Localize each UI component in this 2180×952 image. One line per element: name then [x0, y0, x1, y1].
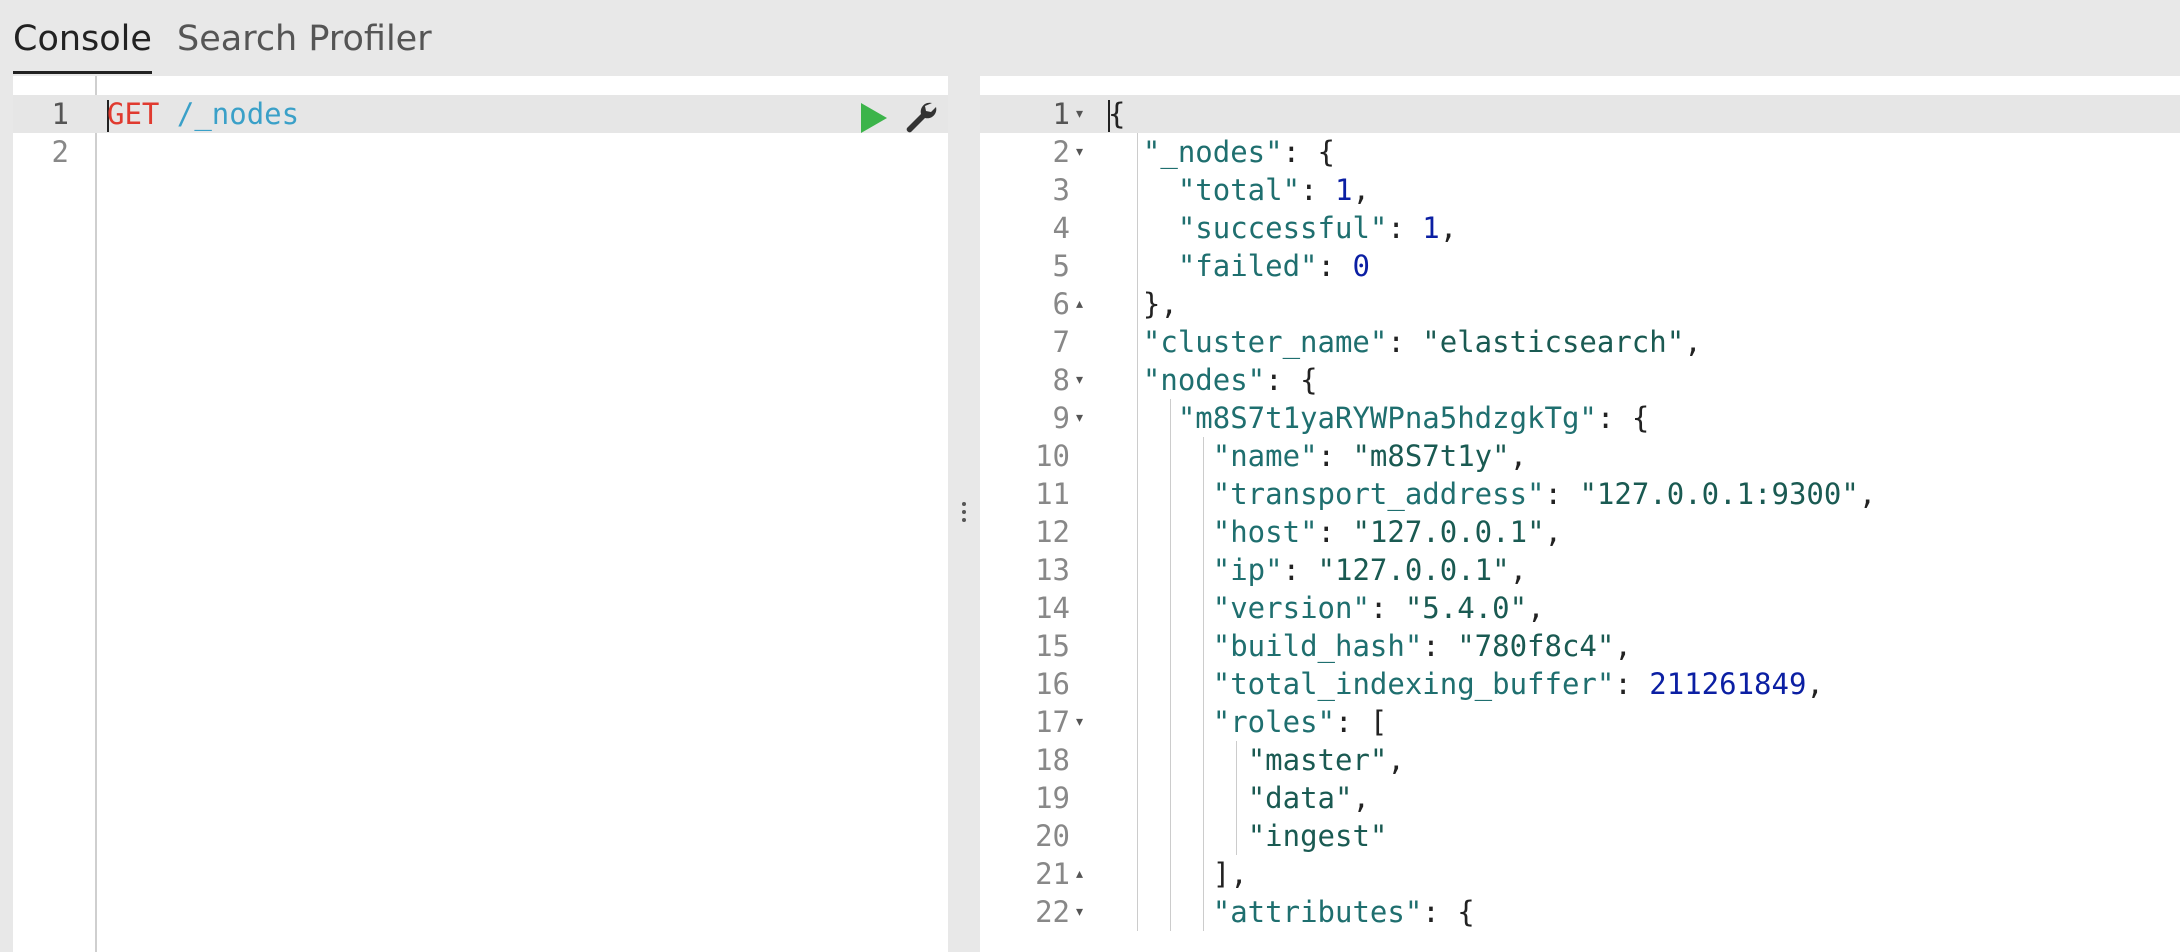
fold-open-icon[interactable]: ▾: [1076, 703, 1083, 741]
response-code: "total": 1,: [1177, 173, 1370, 207]
response-line: 22 ▾ "attributes": {: [980, 893, 2180, 931]
fold-close-icon[interactable]: ▴: [1076, 285, 1083, 323]
response-line: 18 "master",: [980, 741, 2180, 779]
wrench-icon: [906, 102, 937, 133]
fold-open-icon[interactable]: ▾: [1076, 893, 1083, 931]
response-code: "successful": 1,: [1177, 211, 1458, 245]
response-code: },: [1142, 287, 1178, 321]
indent-guide: [1170, 399, 1171, 931]
pane-divider: [948, 76, 980, 952]
line-number: 13: [1035, 553, 1070, 587]
indent-guide: [1236, 741, 1237, 855]
response-line: 5 "failed": 0: [980, 247, 2180, 285]
line-number: 20: [1035, 819, 1070, 853]
response-code: "attributes": {: [1212, 895, 1475, 929]
response-line: 19 "data",: [980, 779, 2180, 817]
response-line: 4 "successful": 1,: [980, 209, 2180, 247]
line-number: 1: [51, 97, 69, 131]
indent-guide: [1203, 437, 1204, 931]
response-line: 13 "ip": "127.0.0.1",: [980, 551, 2180, 589]
response-line: 17 ▾ "roles": [: [980, 703, 2180, 741]
response-line: 14 "version": "5.4.0",: [980, 589, 2180, 627]
line-number: 8: [1052, 363, 1070, 397]
line-number: 1: [1052, 97, 1070, 131]
response-code: "total_indexing_buffer": 211261849,: [1212, 667, 1824, 701]
response-line: 20 "ingest": [980, 817, 2180, 855]
response-code: "host": "127.0.0.1",: [1212, 515, 1562, 549]
line-number: 16: [1035, 667, 1070, 701]
response-code: "data",: [1247, 781, 1370, 815]
response-line: 10 "name": "m8S7t1y",: [980, 437, 2180, 475]
response-line: 8 ▾ "nodes": {: [980, 361, 2180, 399]
resize-handle[interactable]: [961, 498, 967, 538]
line-number: 21: [1035, 857, 1070, 891]
response-line: 9 ▾ "m8S7t1yaRYWPna5hdzgkTg": {: [980, 399, 2180, 437]
request-line[interactable]: 1 GET /_nodes: [13, 95, 948, 133]
response-code: "nodes": {: [1142, 363, 1318, 397]
response-code: "master",: [1247, 743, 1405, 777]
response-code: "transport_address": "127.0.0.1:9300",: [1212, 477, 1877, 511]
request-method: GET: [107, 97, 160, 131]
line-number: 2: [51, 135, 69, 169]
response-code: "roles": [: [1212, 705, 1388, 739]
fold-open-icon[interactable]: ▾: [1076, 361, 1083, 399]
line-number: 15: [1035, 629, 1070, 663]
response-line: 15 "build_hash": "780f8c4",: [980, 627, 2180, 665]
response-line: 3 "total": 1,: [980, 171, 2180, 209]
fold-close-icon[interactable]: ▴: [1076, 855, 1083, 893]
line-number: 18: [1035, 743, 1070, 777]
response-code: "_nodes": {: [1142, 135, 1336, 169]
response-line: 7 "cluster_name": "elasticsearch",: [980, 323, 2180, 361]
request-editor[interactable]: 1 GET /_nodes 2: [13, 76, 948, 952]
line-number: 17: [1035, 705, 1070, 739]
line-number: 19: [1035, 781, 1070, 815]
response-code: "version": "5.4.0",: [1212, 591, 1545, 625]
line-number: 3: [1052, 173, 1070, 207]
tab-console-label: Console: [13, 19, 152, 59]
line-number: 4: [1052, 211, 1070, 245]
tab-search-profiler[interactable]: Search Profiler: [177, 14, 432, 74]
response-code: "build_hash": "780f8c4",: [1212, 629, 1632, 663]
line-number: 14: [1035, 591, 1070, 625]
line-number: 11: [1035, 477, 1070, 511]
response-line: 2 ▾ "_nodes": {: [980, 133, 2180, 171]
request-line[interactable]: 2: [13, 133, 948, 171]
request-settings-button[interactable]: [901, 98, 941, 138]
tab-console[interactable]: Console: [13, 14, 152, 74]
response-line: 11 "transport_address": "127.0.0.1:9300"…: [980, 475, 2180, 513]
request-code[interactable]: GET /_nodes: [107, 95, 299, 133]
response-line: 12 "host": "127.0.0.1",: [980, 513, 2180, 551]
request-path: /_nodes: [176, 97, 300, 131]
line-number: 12: [1035, 515, 1070, 549]
response-code: "ingest": [1247, 819, 1388, 853]
response-line: 21 ▴ ],: [980, 855, 2180, 893]
response-line: 16 "total_indexing_buffer": 211261849,: [980, 665, 2180, 703]
response-viewer[interactable]: 1 ▾{2 ▾ "_nodes": {3 "total": 1, 4 "success…: [980, 76, 2180, 952]
tab-search-profiler-label: Search Profiler: [177, 19, 432, 59]
fold-open-icon[interactable]: ▾: [1076, 95, 1083, 133]
response-line: 6 ▴ },: [980, 285, 2180, 323]
response-code: "cluster_name": "elasticsearch",: [1142, 325, 1702, 359]
indent-guide: [1137, 133, 1138, 931]
fold-open-icon[interactable]: ▾: [1076, 399, 1083, 437]
fold-open-icon[interactable]: ▾: [1076, 133, 1083, 171]
response-code: "failed": 0: [1177, 249, 1370, 283]
line-number: 7: [1052, 325, 1070, 359]
tab-bar: Console Search Profiler: [0, 0, 2180, 75]
request-gutter: [13, 76, 97, 952]
line-number: 22: [1035, 895, 1070, 929]
response-code: "m8S7t1yaRYWPna5hdzgkTg": {: [1177, 401, 1650, 435]
response-code: {: [1108, 97, 1126, 132]
line-number: 5: [1052, 249, 1070, 283]
line-number: 2: [1052, 135, 1070, 169]
play-icon: [861, 103, 887, 133]
response-code: ],: [1212, 857, 1248, 891]
run-request-button[interactable]: [853, 98, 893, 138]
response-line: 1 ▾ {: [980, 95, 2180, 133]
line-number: 6: [1052, 287, 1070, 321]
line-number: 9: [1052, 401, 1070, 435]
line-number: 10: [1035, 439, 1070, 473]
